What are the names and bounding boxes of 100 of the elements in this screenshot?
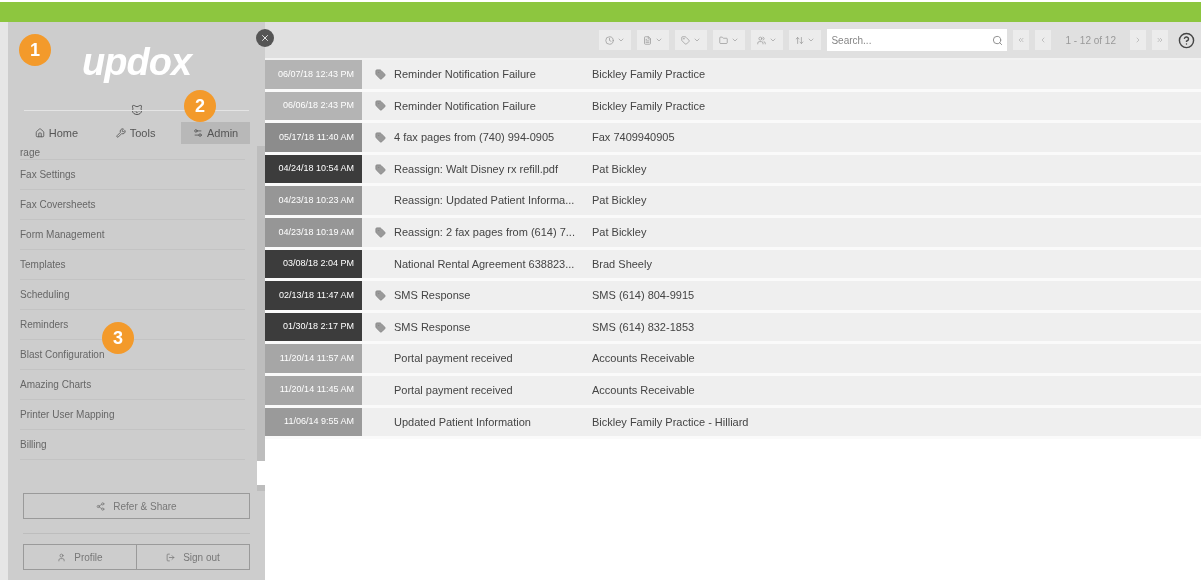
sign-out-icon (166, 552, 176, 562)
message-row[interactable]: 06/07/18 12:43 PM Reminder Notification Failure Bickley Family Practice (265, 60, 1201, 92)
nav-tab[interactable]: Tools (103, 122, 168, 144)
menu-item[interactable]: Amazing Charts (20, 370, 245, 400)
subject-cell-text: Reassign: Updated Patient Informa... (393, 193, 576, 209)
profile-button[interactable]: Profile (23, 544, 137, 570)
message-row[interactable]: 11/20/14 11:45 AM Portal payment received Accounts Receivable (265, 375, 1201, 408)
date-cell: 01/30/18 2:17 PM (265, 312, 362, 342)
search-icon (991, 34, 1003, 46)
message-row[interactable]: 06/06/18 2:43 PM Reminder Notification Failure Bickley Family Practice (265, 91, 1201, 124)
sender-cell-text: Accounts Receivable (592, 383, 696, 398)
share-icon (96, 501, 106, 511)
date-cell: 04/23/18 10:19 AM (265, 217, 362, 247)
menu-item[interactable]: rage (20, 146, 245, 160)
search-button[interactable] (987, 29, 1008, 51)
sort-icon (795, 35, 805, 45)
refer-share-button[interactable]: Refer & Share (23, 493, 250, 519)
toolbar-dropdown[interactable] (675, 30, 708, 50)
help-icon[interactable] (1178, 31, 1195, 49)
subject-cell-text: SMS Response (393, 319, 472, 335)
next-page-button[interactable] (1130, 30, 1146, 50)
toolbar-dropdown[interactable] (713, 30, 746, 50)
message-row[interactable]: 11/20/14 11:57 AM Portal payment received Accounts Receivable (265, 344, 1201, 376)
date-cell: 04/23/18 10:23 AM (265, 186, 362, 215)
caret-icon (617, 36, 626, 44)
nav-tab[interactable]: Home (22, 122, 91, 144)
date-cell: 05/17/18 11:40 AM (265, 123, 362, 152)
subject-cell-text: Portal payment received (393, 383, 514, 398)
last-page-button[interactable] (1152, 30, 1168, 50)
toolbar-dropdown[interactable] (599, 30, 632, 50)
caret-icon (693, 36, 702, 44)
sender-cell-text: Accounts Receivable (592, 351, 696, 367)
pagination-text: 1 - 12 of 12 (1064, 33, 1117, 48)
subject-cell-text: Reassign: Walt Disney rx refill.pdf (393, 161, 560, 177)
home-icon (34, 128, 45, 138)
callout-badge: 2 (184, 90, 216, 122)
date-cell: 03/08/18 2:04 PM (265, 249, 362, 279)
date-cell: 11/20/14 11:45 AM (265, 375, 362, 405)
caret-icon (807, 36, 816, 44)
menu-item[interactable]: Form Management (20, 220, 245, 250)
date-cell: 06/06/18 2:43 PM (265, 91, 362, 121)
search-field[interactable]: Search... (827, 29, 988, 51)
subject-cell-text: National Rental Agreement 638823... (393, 256, 576, 272)
clock-icon (605, 35, 615, 45)
sender-cell-text: Fax 7409940905 (592, 130, 676, 146)
close-icon (260, 33, 270, 43)
document-icon (643, 35, 653, 45)
double-chevron-left-icon (1017, 36, 1026, 44)
double-chevron-right-icon (1156, 36, 1164, 44)
folder-icon (719, 35, 729, 45)
toolbar-dropdown[interactable] (789, 30, 822, 50)
date-cell: 02/13/18 11:47 AM (265, 281, 362, 310)
menu-item[interactable]: Fax Settings (20, 160, 245, 190)
message-row[interactable]: 04/23/18 10:23 AM Reassign: Updated Patient Informa... Pat Bickley (265, 186, 1201, 218)
sender-cell-text: Brad Sheely (592, 256, 653, 272)
subject-cell-text: SMS Response (393, 288, 472, 304)
menu-item[interactable]: Templates (20, 250, 245, 280)
sender-cell-text: Bickley Family Practice - Hilliard (592, 414, 750, 430)
menu-item[interactable]: Fax Coversheets (20, 190, 245, 220)
subject-cell-text: Reminder Notification Failure (393, 98, 537, 114)
subject-cell-text: Reassign: 2 fax pages from (614) 7... (393, 225, 576, 240)
sender-cell-text: Pat Bickley (592, 193, 648, 209)
menu-item[interactable]: Scheduling (20, 280, 245, 310)
people-icon (757, 35, 767, 45)
caret-icon (655, 36, 664, 44)
sign-out-button[interactable]: Sign out (137, 544, 250, 570)
sender-cell-text: Bickley Family Practice (592, 67, 707, 83)
toolbar-dropdown[interactable] (637, 30, 670, 50)
sender-cell-text: Pat Bickley (592, 225, 648, 240)
toolbar-dropdown[interactable] (751, 30, 784, 50)
message-row[interactable]: 02/13/18 11:47 AM SMS Response SMS (614) 804-9915 (265, 281, 1201, 313)
message-row[interactable]: 04/24/18 10:54 AM Reassign: Walt Disney rx refill.pdf Pat Bickley (265, 154, 1201, 187)
message-row[interactable]: 11/06/14 9:55 AM Updated Patient Information Bickley Family Practice - Hilliard (265, 407, 1201, 440)
subject-cell-text: Reminder Notification Failure (393, 67, 537, 83)
date-cell: 11/20/14 11:57 AM (265, 344, 362, 373)
date-cell: 06/07/18 12:43 PM (265, 60, 362, 89)
sender-cell-text: SMS (614) 832-1853 (592, 319, 696, 335)
menu-item[interactable]: Printer User Mapping (20, 400, 245, 430)
subject-cell-text: 4 fax pages from (740) 994-0905 (393, 130, 556, 146)
previous-page-button[interactable] (1035, 30, 1052, 50)
message-row[interactable]: 05/17/18 11:40 AM 4 fax pages from (740) 994-0905 Fax 7409940905 (265, 123, 1201, 155)
date-cell: 04/24/18 10:54 AM (265, 154, 362, 184)
subject-cell-text: Updated Patient Information (393, 414, 532, 430)
message-row[interactable]: 01/30/18 2:17 PM SMS Response SMS (614) 832-1853 (265, 312, 1201, 345)
callout-badge: 3 (102, 322, 134, 354)
chevron-right-icon (1134, 36, 1142, 44)
message-row[interactable]: 03/08/18 2:04 PM National Rental Agreement 638823... Brad Sheely (265, 249, 1201, 282)
subject-cell-text: Portal payment received (393, 351, 514, 367)
first-page-button[interactable] (1013, 30, 1030, 50)
caret-icon (731, 36, 740, 44)
nav-tab[interactable]: Admin (181, 122, 251, 144)
wrench-icon (115, 128, 126, 138)
sender-cell-text: Bickley Family Practice (592, 98, 707, 114)
menu-item[interactable]: Billing (20, 430, 245, 460)
date-cell: 11/06/14 9:55 AM (265, 407, 362, 437)
sender-cell-text: Pat Bickley (592, 161, 648, 177)
tag-icon (681, 35, 691, 45)
message-row[interactable]: 04/23/18 10:19 AM Reassign: 2 fax pages from (614) 7... Pat Bickley (265, 217, 1201, 250)
sender-cell-text: SMS (614) 804-9915 (592, 288, 696, 304)
person-icon (57, 552, 67, 562)
